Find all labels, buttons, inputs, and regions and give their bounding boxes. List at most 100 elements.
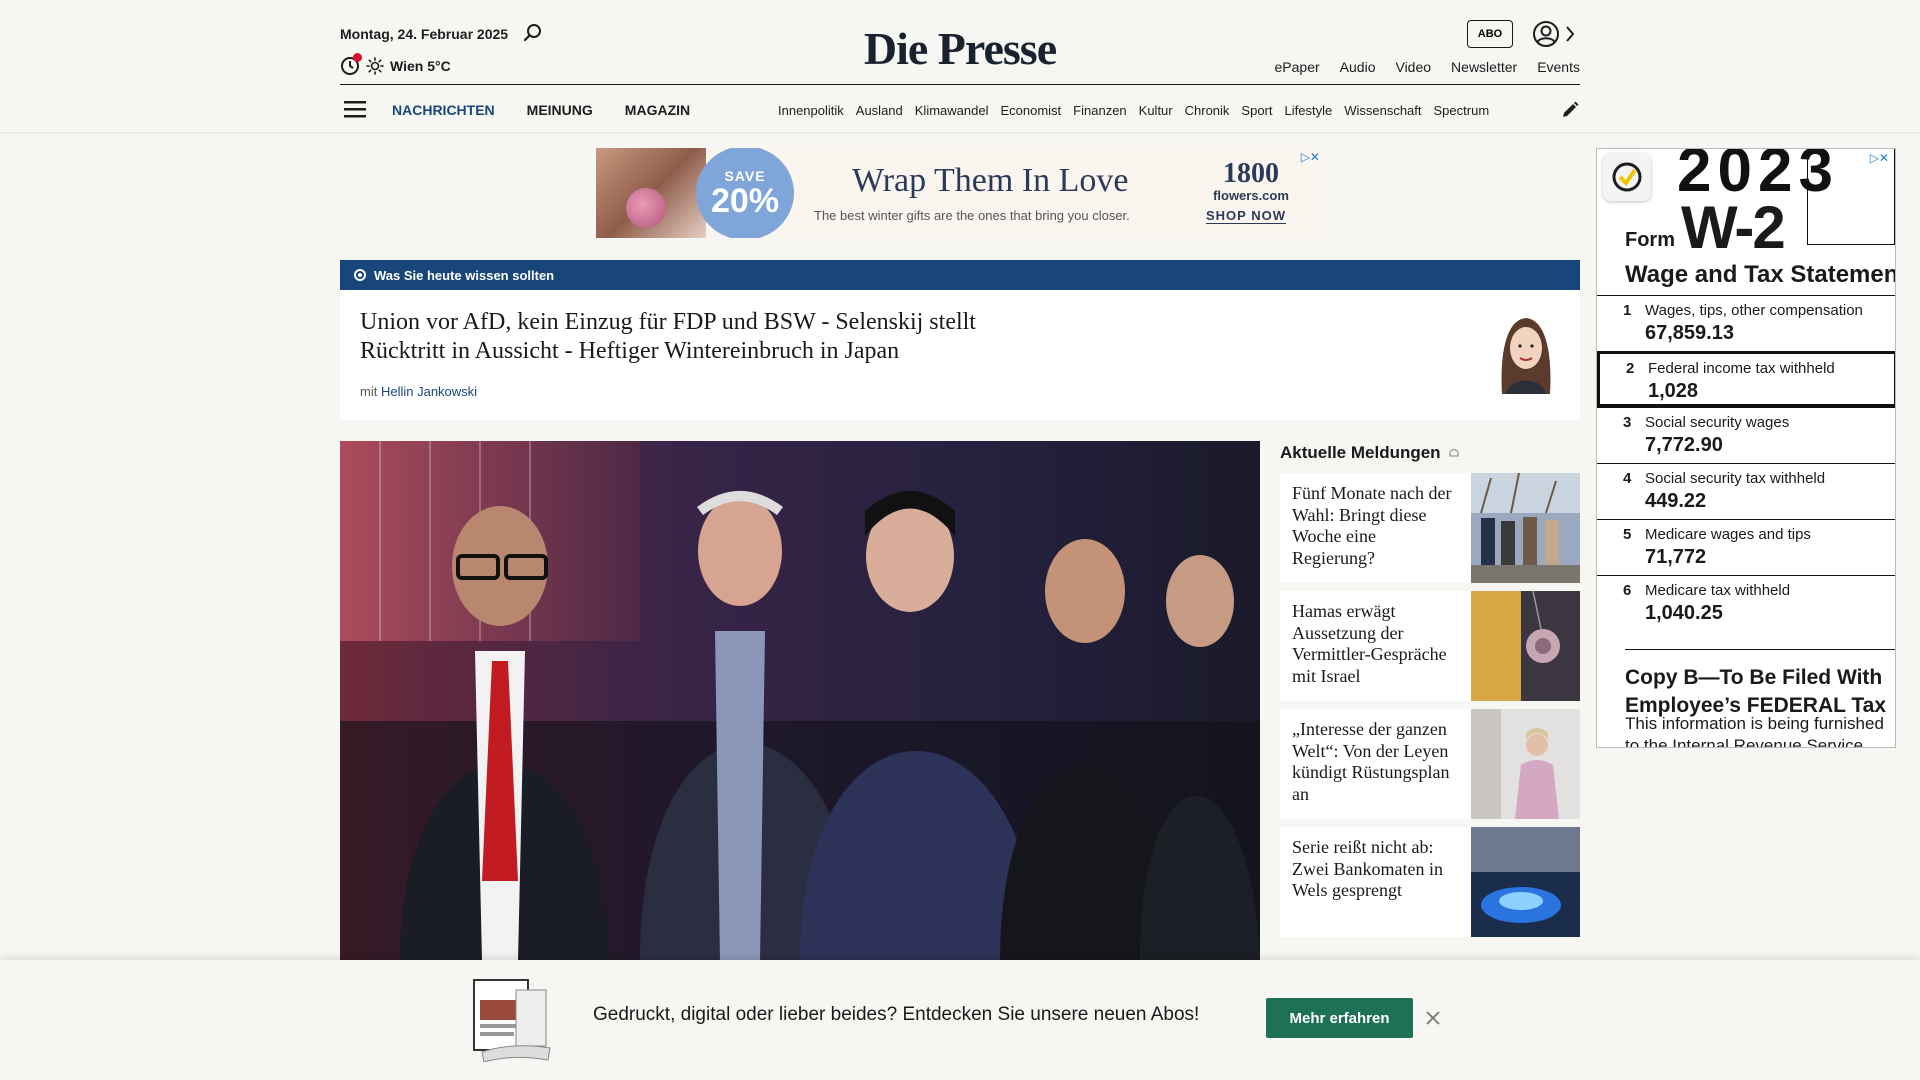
ad-subline: The best winter gifts are the ones that … — [814, 208, 1130, 223]
w2-copy-subtext: This information is being furnished to t… — [1625, 713, 1884, 748]
bell-icon — [1448, 448, 1459, 457]
author-name[interactable]: Hellin Jankowski — [381, 384, 477, 399]
ad-shop-now-link[interactable]: SHOP NOW — [1206, 208, 1286, 224]
latest-news-title: Aktuelle Meldungen — [1280, 443, 1441, 462]
link-newsletter[interactable]: Newsletter — [1451, 59, 1517, 75]
chevron-right-icon[interactable] — [1564, 24, 1576, 44]
section-nav: Innenpolitik Ausland Klimawandel Economi… — [778, 103, 1540, 118]
w2-row-num: 1 — [1623, 302, 1632, 319]
site-header: Montag, 24. Februar 2025 Wien 5°C Die Pr… — [0, 0, 1920, 132]
w2-heading: Wage and Tax Statement — [1625, 261, 1896, 288]
briefing-bar-label: Was Sie heute wissen sollten — [374, 267, 555, 283]
w2-row-value: 67,859.13 — [1645, 322, 1734, 344]
w2-row-num: 2 — [1626, 360, 1635, 377]
w2-row-label: Medicare wages and tips — [1645, 526, 1811, 543]
news-item-text[interactable]: „Interesse der ganzen Welt“: Von der Ley… — [1280, 709, 1471, 819]
nav-magazin[interactable]: MAGAZIN — [625, 102, 690, 118]
w2-row-value: 71,772 — [1645, 546, 1707, 568]
nav-wissenschaft[interactable]: Wissenschaft — [1344, 103, 1421, 118]
abo-button[interactable]: ABO — [1467, 20, 1513, 48]
notification-dot — [353, 53, 362, 62]
nav-ausland[interactable]: Ausland — [856, 103, 903, 118]
hero-photo[interactable] — [340, 441, 1260, 961]
news-item-text[interactable]: Serie reißt nicht ab: Zwei Bankomaten in… — [1280, 827, 1471, 937]
news-thumbnail[interactable] — [1471, 473, 1580, 583]
weather-widget[interactable]: Wien 5°C — [340, 53, 451, 76]
nav-sport[interactable]: Sport — [1241, 103, 1272, 118]
w2-row: 6 Medicare tax withheld 1,040.25 — [1597, 575, 1895, 631]
latest-news-heading: Aktuelle Meldungen — [1280, 441, 1580, 465]
briefing-author: mit Hellin Jankowski — [360, 384, 477, 399]
top-links: ePaper Audio Video Newsletter Events — [1275, 59, 1580, 75]
news-thumbnail[interactable] — [1471, 709, 1580, 819]
w2-copy-heading: Copy B—To Be Filed With Employee’s FEDER… — [1625, 649, 1895, 720]
nav-finanzen[interactable]: Finanzen — [1073, 103, 1126, 118]
nav-economist[interactable]: Economist — [1000, 103, 1061, 118]
history-icon[interactable] — [340, 53, 362, 76]
site-logo[interactable]: Die Presse — [840, 22, 1080, 75]
hamburger-menu-icon[interactable] — [344, 99, 368, 119]
nav-innenpolitik[interactable]: Innenpolitik — [778, 103, 844, 118]
banner-ad[interactable]: SAVE 20% Wrap Them In Love The best wint… — [596, 148, 1324, 238]
ad-headline: Wrap Them In Love — [852, 162, 1129, 199]
news-item[interactable]: Hamas erwägt Aussetzung der Vermittler-G… — [1280, 591, 1580, 701]
nav-chronik[interactable]: Chronik — [1185, 103, 1230, 118]
w2-rows: 1 Wages, tips, other compensation 67,859… — [1597, 295, 1895, 631]
link-events[interactable]: Events — [1537, 59, 1580, 75]
w2-row-value: 7,772.90 — [1645, 434, 1723, 456]
weather-text: Wien 5°C — [390, 58, 451, 74]
news-thumbnail[interactable] — [1471, 591, 1580, 701]
newspaper-product-image — [473, 979, 551, 1062]
ad-couple-photo — [596, 148, 706, 238]
latest-news-list: Fünf Monate nach der Wahl: Bringt diese … — [1280, 473, 1580, 937]
adchoices-icon[interactable]: ▷✕ — [1301, 150, 1320, 164]
user-account-icon[interactable] — [1531, 19, 1561, 49]
close-icon[interactable] — [1424, 1009, 1442, 1027]
pen-icon[interactable] — [1560, 100, 1580, 120]
news-thumbnail[interactable] — [1471, 827, 1580, 937]
side-ad-w2[interactable]: 2023 Form W-2 Wage and Tax Statement 1 W… — [1596, 148, 1896, 748]
news-item[interactable]: Serie reißt nicht ab: Zwei Bankomaten in… — [1280, 827, 1580, 937]
news-item[interactable]: „Interesse der ganzen Welt“: Von der Ley… — [1280, 709, 1580, 819]
w2-row-num: 5 — [1623, 526, 1632, 543]
author-prefix: mit — [360, 384, 378, 399]
w2-row-label: Social security tax withheld — [1645, 470, 1826, 487]
nav-spectrum[interactable]: Spectrum — [1434, 103, 1490, 118]
radio-dot-icon — [354, 269, 366, 281]
news-item[interactable]: Fünf Monate nach der Wahl: Bringt diese … — [1280, 473, 1580, 583]
w2-row-value: 1,040.25 — [1645, 602, 1723, 624]
header-divider — [340, 84, 1580, 85]
nav-klimawandel[interactable]: Klimawandel — [915, 103, 989, 118]
link-video[interactable]: Video — [1395, 59, 1431, 75]
link-audio[interactable]: Audio — [1340, 59, 1376, 75]
checkmark-badge-icon — [1603, 153, 1651, 201]
ad-brand-number: 1800 — [1223, 158, 1279, 189]
promo-text: Gedruckt, digital oder lieber beides? En… — [593, 1004, 1200, 1025]
news-item-text[interactable]: Hamas erwägt Aussetzung der Vermittler-G… — [1280, 591, 1471, 701]
sun-icon — [366, 57, 384, 75]
w2-row-value: 1,028 — [1648, 380, 1699, 402]
briefing-bar: Was Sie heute wissen sollten — [340, 260, 1580, 290]
w2-row: 4 Social security tax withheld 449.22 — [1597, 463, 1895, 519]
nav-meinung[interactable]: MEINUNG — [527, 102, 593, 118]
nav-nachrichten[interactable]: NACHRICHTEN — [392, 102, 495, 118]
briefing-headline[interactable]: Union vor AfD, kein Einzug für FDP und B… — [360, 308, 1020, 366]
ad-brand-name: flowers.com — [1213, 188, 1289, 203]
latest-news-panel: Aktuelle Meldungen Fünf Monate nach der … — [1280, 441, 1580, 945]
link-epaper[interactable]: ePaper — [1275, 59, 1320, 75]
w2-row-label: Social security wages — [1645, 414, 1790, 431]
daily-briefing[interactable]: Was Sie heute wissen sollten Union vor A… — [340, 260, 1580, 420]
nav-kultur[interactable]: Kultur — [1139, 103, 1173, 118]
w2-row: 1 Wages, tips, other compensation 67,859… — [1597, 295, 1895, 351]
news-item-text[interactable]: Fünf Monate nach der Wahl: Bringt diese … — [1280, 473, 1471, 583]
current-date: Montag, 24. Februar 2025 — [340, 26, 509, 42]
learn-more-button[interactable]: Mehr erfahren — [1266, 998, 1413, 1038]
nav-fade — [1500, 96, 1542, 124]
search-icon[interactable] — [522, 22, 544, 44]
adchoices-icon[interactable]: ▷✕ — [1870, 151, 1889, 165]
w2-row-num: 6 — [1623, 582, 1632, 599]
w2-copy-sub2: to the Internal Revenue Service — [1625, 736, 1864, 748]
w2-copy-sub1: This information is being furnished — [1625, 714, 1884, 733]
w2-row-value: 449.22 — [1645, 490, 1707, 512]
nav-lifestyle[interactable]: Lifestyle — [1285, 103, 1333, 118]
